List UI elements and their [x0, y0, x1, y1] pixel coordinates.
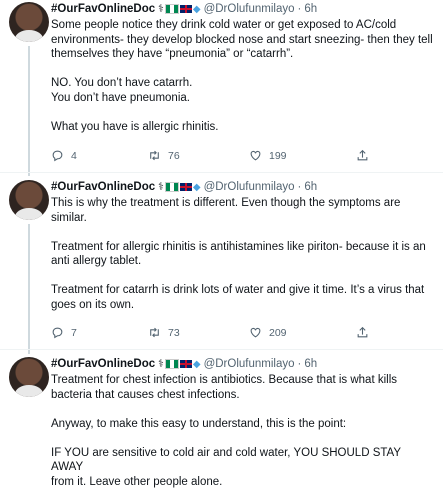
text-line: themselves they have “pneumonia” or “cat…: [51, 47, 435, 62]
text-line: Treatment for allergic rhinitis is antih…: [51, 240, 435, 255]
author-handle[interactable]: @DrOlufunmilayo: [204, 3, 295, 15]
share-icon: [356, 149, 369, 162]
name-emojis: ⚕ ◆: [158, 358, 200, 370]
share-button[interactable]: [356, 149, 369, 162]
nigeria-flag-icon: [165, 359, 179, 369]
uk-flag-icon: [180, 360, 192, 368]
text-line: This is why the treatment is different. …: [51, 196, 435, 211]
timestamp[interactable]: 6h: [304, 3, 317, 15]
stethoscope-icon: ⚕: [158, 181, 164, 193]
uk-flag-icon: [180, 183, 192, 191]
tweet-header: #OurFavOnlineDoc ⚕ ◆ @DrOlufunmilayo · 6…: [51, 181, 317, 193]
avatar[interactable]: [9, 180, 49, 220]
tweet-text: Treatment for chest infection is antibio…: [51, 373, 435, 489]
text-line: anti allergy tablet.: [51, 254, 435, 269]
separator-dot: ·: [297, 3, 301, 15]
share-icon: [356, 326, 369, 339]
like-button[interactable]: 199: [249, 149, 287, 162]
retweet-icon: [148, 149, 161, 162]
share-button[interactable]: [356, 326, 369, 339]
text-line: environments- they develop blocked nose …: [51, 33, 435, 48]
tweet-actions: 4 76 199: [51, 149, 381, 163]
author-name[interactable]: #OurFavOnlineDoc: [51, 181, 155, 193]
retweet-button[interactable]: 73: [148, 326, 180, 339]
nigeria-flag-icon: [165, 4, 179, 14]
reply-button[interactable]: 7: [51, 326, 77, 339]
thread-connector: [28, 224, 30, 354]
reply-icon: [51, 149, 64, 162]
tweet-actions: 7 73 209: [51, 326, 381, 340]
reply-count: 7: [71, 327, 77, 339]
reply-count: 4: [71, 150, 77, 162]
uk-flag-icon: [180, 5, 192, 13]
text-line: bacteria that causes chest infections.: [51, 388, 435, 403]
tweet-header: #OurFavOnlineDoc ⚕ ◆ @DrOlufunmilayo · 6…: [51, 3, 317, 15]
text-line: Some people notice they drink cold water…: [51, 18, 435, 33]
author-name[interactable]: #OurFavOnlineDoc: [51, 3, 155, 15]
text-line: [51, 62, 435, 77]
text-line: IF YOU are sensitive to cold air and col…: [51, 446, 435, 475]
separator-dot: ·: [297, 358, 301, 370]
text-line: Treatment for chest infection is antibio…: [51, 373, 435, 388]
text-line: [51, 105, 435, 120]
tweet-text: Some people notice they drink cold water…: [51, 18, 435, 134]
text-line: [51, 269, 435, 284]
avatar[interactable]: [9, 2, 49, 42]
divider: [0, 172, 443, 173]
text-line: You don’t have pneumonia.: [51, 91, 435, 106]
retweet-icon: [148, 326, 161, 339]
thread-connector: [28, 46, 30, 176]
tweet-text: This is why the treatment is different. …: [51, 196, 435, 312]
heart-icon: [249, 326, 262, 339]
text-line: Treatment for catarrh is drink lots of w…: [51, 283, 435, 298]
divider: [0, 349, 443, 350]
diamond-icon: ◆: [193, 182, 201, 193]
text-line: What you have is allergic rhinitis.: [51, 120, 435, 135]
author-name[interactable]: #OurFavOnlineDoc: [51, 358, 155, 370]
text-line: goes on its own.: [51, 298, 435, 313]
tweet-header: #OurFavOnlineDoc ⚕ ◆ @DrOlufunmilayo · 6…: [51, 358, 317, 370]
like-count: 209: [269, 327, 287, 339]
like-button[interactable]: 209: [249, 326, 287, 339]
heart-icon: [249, 149, 262, 162]
retweet-count: 73: [168, 327, 180, 339]
stethoscope-icon: ⚕: [158, 358, 164, 370]
text-line: similar.: [51, 211, 435, 226]
separator-dot: ·: [297, 181, 301, 193]
nigeria-flag-icon: [165, 182, 179, 192]
reply-button[interactable]: 4: [51, 149, 77, 162]
text-line: Anyway, to make this easy to understand,…: [51, 417, 435, 432]
timestamp[interactable]: 6h: [304, 181, 317, 193]
author-handle[interactable]: @DrOlufunmilayo: [204, 181, 295, 193]
stethoscope-icon: ⚕: [158, 3, 164, 15]
text-line: NO. You don’t have catarrh.: [51, 76, 435, 91]
author-handle[interactable]: @DrOlufunmilayo: [204, 358, 295, 370]
timestamp[interactable]: 6h: [304, 358, 317, 370]
diamond-icon: ◆: [193, 359, 201, 370]
name-emojis: ⚕ ◆: [158, 3, 200, 15]
avatar[interactable]: [9, 357, 49, 397]
reply-icon: [51, 326, 64, 339]
diamond-icon: ◆: [193, 4, 201, 15]
like-count: 199: [269, 150, 287, 162]
text-line: [51, 402, 435, 417]
retweet-button[interactable]: 76: [148, 149, 180, 162]
name-emojis: ⚕ ◆: [158, 181, 200, 193]
text-line: [51, 431, 435, 446]
retweet-count: 76: [168, 150, 180, 162]
text-line: [51, 225, 435, 240]
